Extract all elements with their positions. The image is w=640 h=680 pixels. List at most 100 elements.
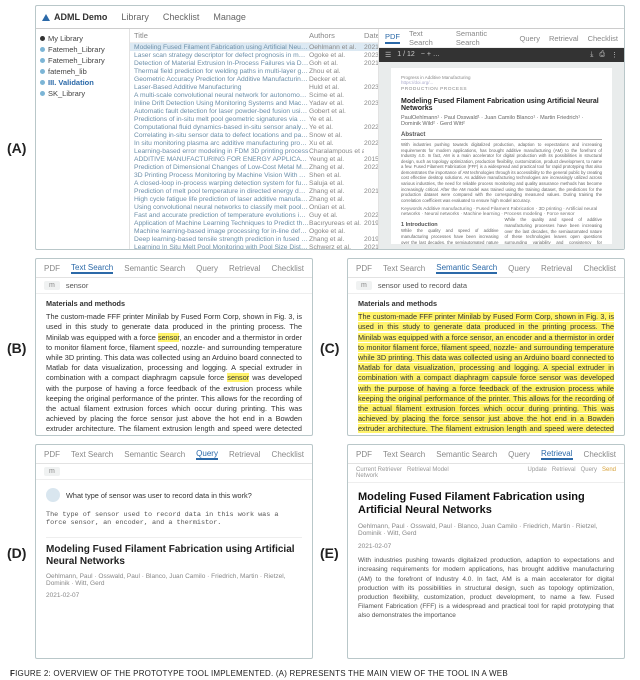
table-row[interactable]: Learning-based error modeling in FDM 3D … [130,147,378,155]
sidebar-item-label: My Library [48,34,83,43]
table-row[interactable]: A closed-loop in-process warping detecti… [130,179,378,187]
tab-retrieval[interactable]: Retrieval [541,449,573,460]
table-row[interactable]: Automatic fault detection for laser powd… [130,107,378,115]
tab-pdf[interactable]: PDF [356,450,372,459]
mode-chip[interactable]: m [44,467,60,476]
table-row[interactable]: Fast and accurate prediction of temperat… [130,211,378,219]
tab-text-search[interactable]: Text Search [383,264,425,273]
table-row[interactable]: Using convolutional neural networks to c… [130,203,378,211]
table-row[interactable]: Modeling Fused Filament Fabrication usin… [130,43,378,51]
collection-dot-icon [40,47,45,52]
table-row[interactable]: High cycle fatigue life prediction of la… [130,195,378,203]
download-icon[interactable]: ⤓ [590,51,593,59]
search-input[interactable]: sensor used to record data [378,281,616,290]
fig-label-d: (D) [7,545,26,561]
sidebar: My Library Fatemeh_LibraryFatemeh_Library… [36,29,130,250]
table-row[interactable]: Correlating in-situ sensor data to defec… [130,131,378,139]
tab-retrieval[interactable]: Retrieval [229,264,261,273]
tab-semantic-search[interactable]: Semantic Search [436,450,497,459]
collection-dot-icon [40,69,45,74]
tab-checklist[interactable]: Checklist [588,34,618,43]
hamburger-icon[interactable]: ☰ [385,51,391,59]
tab-checklist[interactable]: Checklist [584,264,616,273]
table-row[interactable]: Predictions of in-situ melt pool geometr… [130,115,378,123]
table-row[interactable]: Machine learning-based image processing … [130,227,378,235]
send-button[interactable]: Send [602,467,616,473]
tab-pdf[interactable]: PDF [356,264,372,273]
table-row[interactable]: Application of Machine Learning Techniqu… [130,219,378,227]
tab-semantic-search[interactable]: Semantic Search [124,450,185,459]
sidebar-item-label: Fatemeh_Library [48,45,105,54]
panel-b: PDF Text Search Semantic Search Query Re… [35,258,313,436]
tab-semantic-search[interactable]: Semantic Search [124,264,185,273]
table-row[interactable]: 3D Printing Process Monitoring by Machin… [130,171,378,179]
tab-pdf[interactable]: PDF [44,264,60,273]
sidebar-item[interactable]: My Library [40,33,125,44]
table-row[interactable]: Detection of Material Extrusion In-Proce… [130,59,378,67]
panel-e: PDF Text Search Semantic Search Query Re… [347,444,625,659]
highlight: sensor [158,333,180,342]
panel-c: PDF Text Search Semantic Search Query Re… [347,258,625,436]
tab-checklist[interactable]: Checklist [584,450,616,459]
nav-manage[interactable]: Manage [213,12,246,22]
table-row[interactable]: Deep learning-based tensile strength pre… [130,235,378,243]
highlight-block: The custom-made FFF printer Minilab by F… [358,312,614,436]
mode-chip[interactable]: m [44,281,60,290]
sidebar-item[interactable]: Fatemeh_Library [40,44,125,55]
collection-dot-icon [40,58,45,63]
tab-query[interactable]: Query [508,450,530,459]
table-header: Title Authors Date [130,29,378,43]
fig-label-e: (E) [320,545,339,561]
table-row[interactable]: Prediction of Dimensional Changes of Low… [130,163,378,171]
tab-text-search[interactable]: Text Search [409,29,447,47]
paper-list: Modeling Fused Filament Fabrication usin… [130,43,378,250]
sidebar-item[interactable]: fatemeh_lib [40,66,125,77]
tab-text-search[interactable]: Text Search [383,450,425,459]
table-row[interactable]: Inline Drift Detection Using Monitoring … [130,99,378,107]
table-row[interactable]: Prediction of melt pool temperature in d… [130,187,378,195]
sidebar-item[interactable]: III. Validation [40,77,125,88]
panel-d: PDF Text Search Semantic Search Query Re… [35,444,313,659]
table-row[interactable]: Thermal field prediction for welding pat… [130,67,378,75]
tab-query[interactable]: Query [508,264,530,273]
tab-retrieval[interactable]: Retrieval [549,34,579,43]
source-title[interactable]: Modeling Fused Filament Fabrication usin… [46,544,302,568]
print-icon[interactable]: ⎙ [599,51,605,59]
table-row[interactable]: Learning In Situ Melt Pool Monitoring wi… [130,243,378,250]
tab-text-search[interactable]: Text Search [71,450,113,459]
search-input[interactable]: sensor [66,281,304,290]
result-title[interactable]: Modeling Fused Filament Fabrication usin… [358,491,614,517]
table-row[interactable]: Computational fluid dynamics-based in-si… [130,123,378,131]
sidebar-item[interactable]: SK_Library [40,88,125,99]
tab-retrieval[interactable]: Retrieval [229,450,261,459]
tab-text-search[interactable]: Text Search [71,263,113,274]
mode-chip[interactable]: m [356,281,372,290]
tab-query[interactable]: Query [520,34,540,43]
collection-dot-icon [40,80,45,85]
table-row[interactable]: In situ monitoring plasma arc additive m… [130,139,378,147]
highlight: sensor [227,373,249,382]
tab-pdf[interactable]: PDF [385,32,400,44]
table-row[interactable]: ADDITIVE MANUFACTURING FOR ENERGY APPLIC… [130,155,378,163]
table-row[interactable]: Laser scan strategy descriptor for defec… [130,51,378,59]
tab-checklist[interactable]: Checklist [272,264,304,273]
table-row[interactable]: Geometric Accuracy Prediction for Additi… [130,75,378,83]
tab-pdf[interactable]: PDF [44,450,60,459]
nav-library[interactable]: Library [121,12,149,22]
tab-semantic-search[interactable]: Semantic Search [456,29,511,47]
nav-checklist[interactable]: Checklist [163,12,200,22]
zoom-controls[interactable]: − + … [421,51,440,59]
fig-label-b: (B) [7,340,26,356]
tab-semantic-search[interactable]: Semantic Search [436,263,497,274]
more-icon[interactable]: ⋮ [611,51,618,59]
tab-retrieval[interactable]: Retrieval [541,264,573,273]
table-row[interactable]: Laser-Based Additive ManufacturingHuld e… [130,83,378,91]
user-avatar-icon [46,488,60,502]
assistant-answer: The type of sensor used to record data i… [46,505,302,537]
tab-query[interactable]: Query [196,449,218,460]
table-row[interactable]: A multi-scale convolutional neural netwo… [130,91,378,99]
fig-label-c: (C) [320,340,339,356]
tab-checklist[interactable]: Checklist [272,450,304,459]
tab-query[interactable]: Query [196,264,218,273]
sidebar-item[interactable]: Fatemeh_Library [40,55,125,66]
